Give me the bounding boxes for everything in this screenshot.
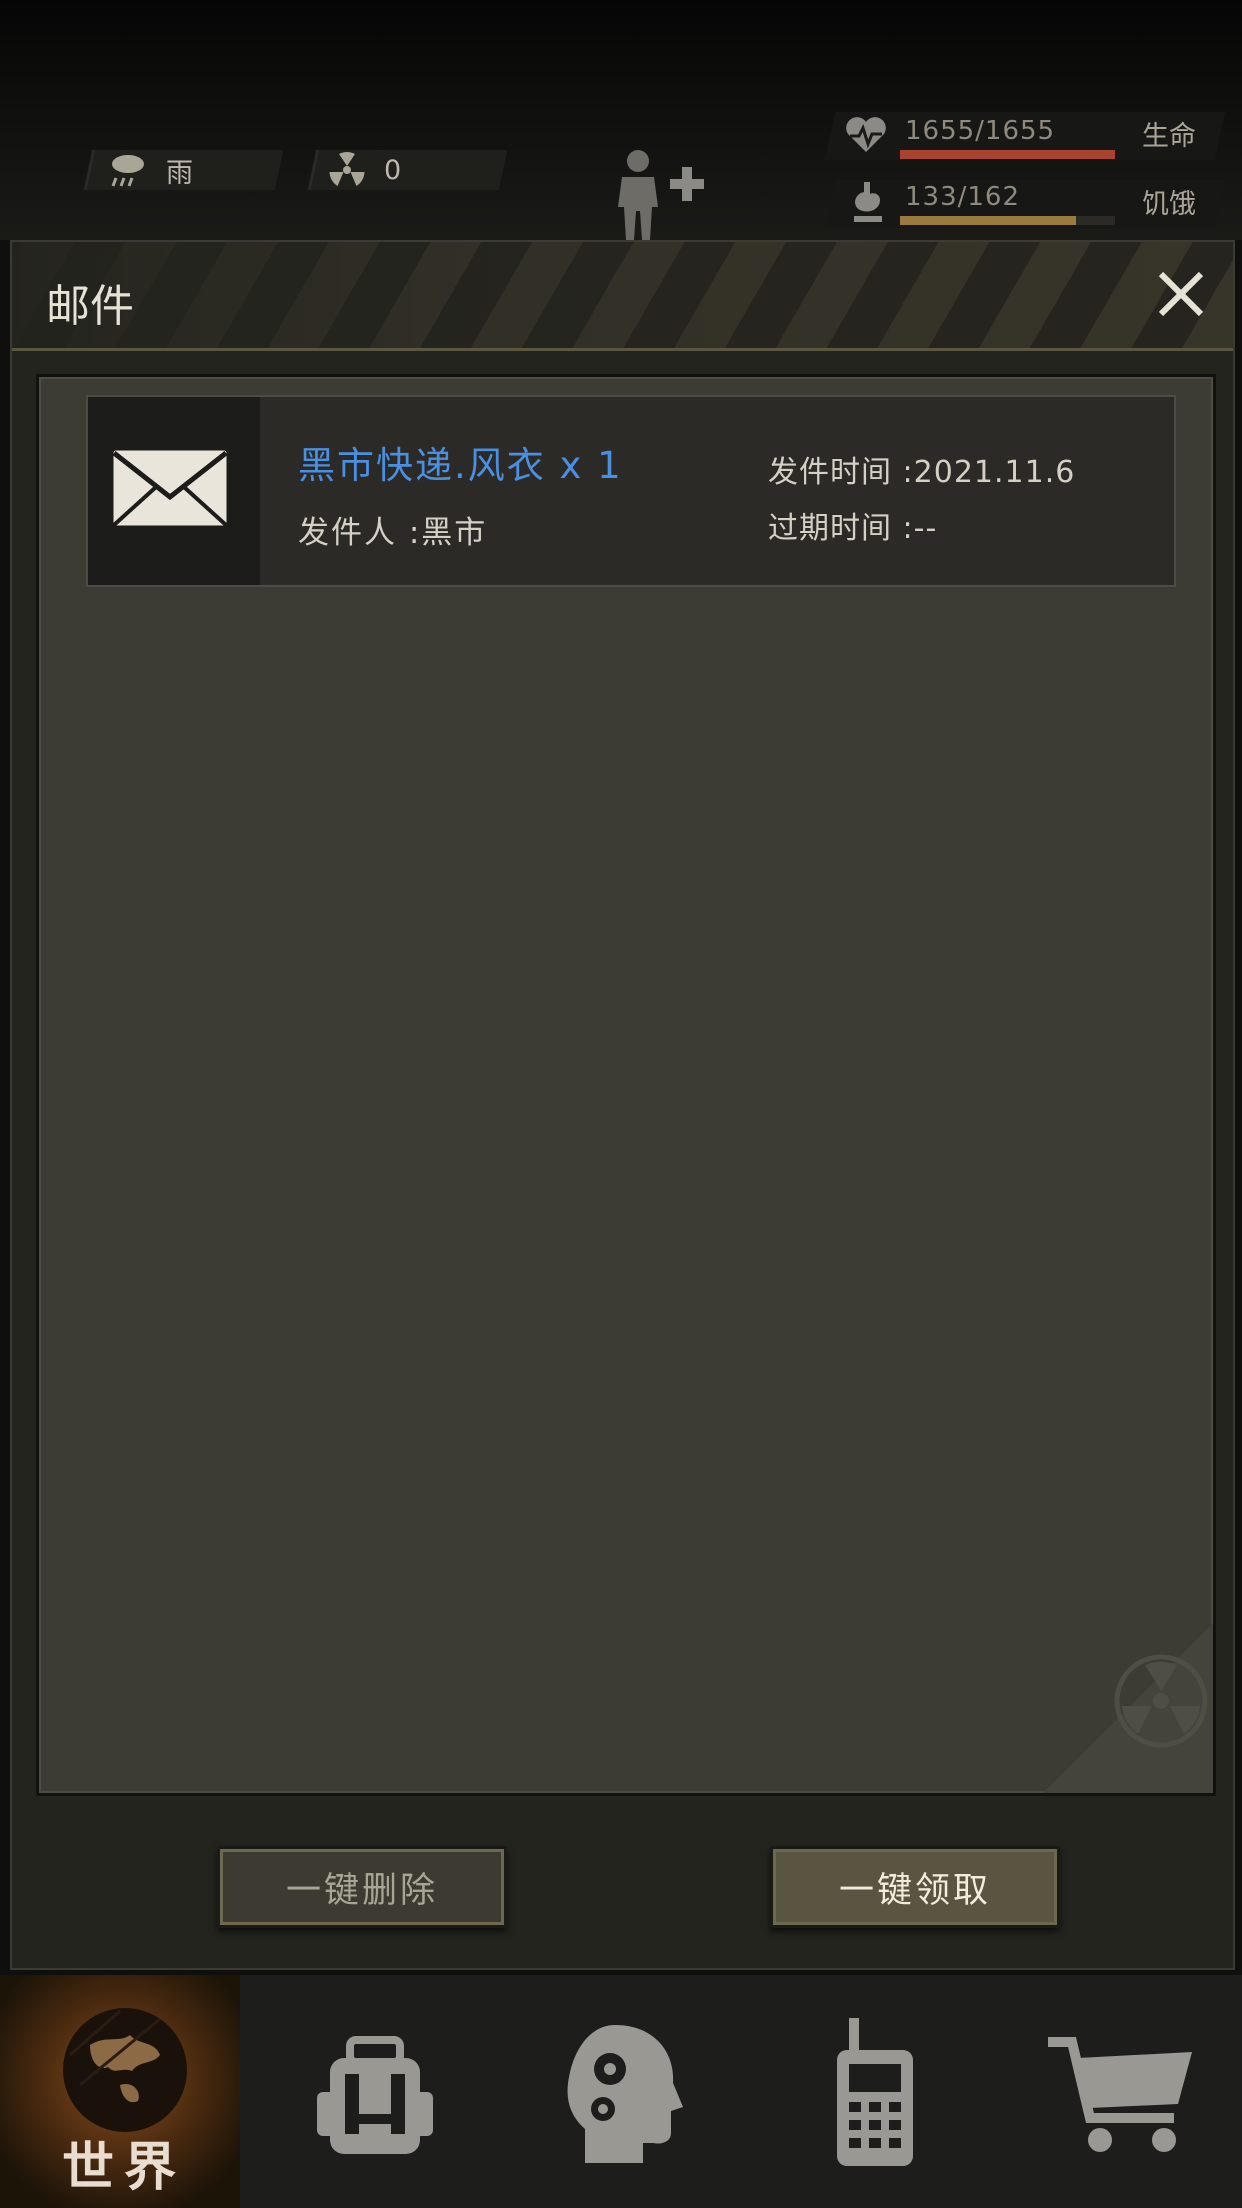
world-icon [63,2008,187,2132]
radiation-watermark-icon [1114,1654,1208,1748]
mail-sent-time: 发件时间 :2021.11.6 [768,455,1076,490]
radiation-indicator: 0 [328,150,401,190]
mail-icon-box [88,397,260,585]
health-label: 生命 [1142,121,1196,152]
mail-list[interactable]: 黑市快递.风衣 x 1 发件人 :黑市 发件时间 :2021.11.6 过期时间… [36,374,1216,1796]
health-value: 1655/1655 [905,116,1056,146]
nav-shop[interactable] [1002,1975,1242,2208]
nav-radio[interactable] [755,1975,995,2208]
mail-expire-time: 过期时间 :-- [768,511,938,546]
weather-indicator: 雨 [108,150,193,190]
envelope-icon [110,447,230,529]
mail-panel: 邮件 黑市快递.风衣 x 1 发件人 :黑市 发件时间:2021.11.6 过… [10,240,1235,1970]
radiation-value: 0 [384,154,402,186]
page-title: 邮件 [46,281,134,332]
rain-icon [111,155,144,187]
heart-icon [846,117,886,152]
mail-title: 黑市快递.风衣 x 1 [298,444,623,487]
cart-icon [1048,2036,1192,2152]
hunger-value: 133/162 [905,182,1021,212]
close-button[interactable] [1151,264,1211,324]
nav-world[interactable]: 世界 [0,1975,240,2208]
stomach-icon [854,182,882,222]
mail-list-item[interactable]: 黑市快递.风衣 x 1 发件人 :黑市 发件时间 :2021.11.6 过期时间… [86,395,1176,587]
delete-all-button[interactable]: 一键删除 [217,1846,507,1928]
head-gears-icon [567,2024,683,2163]
body-plus-icon [618,150,704,240]
nav-skills[interactable] [505,1975,745,2208]
radiation-icon [329,152,365,186]
close-icon [1158,271,1204,317]
hunger-bar-fill [900,216,1077,225]
mail-sender: 发件人 :黑市 [298,515,488,551]
health-bar [900,150,1115,159]
backpack-icon [317,2035,433,2154]
character-heal-button[interactable] [600,145,720,240]
weather-text: 雨 [166,157,193,189]
claim-all-button[interactable]: 一键领取 [770,1846,1060,1928]
bottom-nav: 世界 [0,1975,1242,2208]
status-bar: 雨 0 1655/1655 生命 133/162 饥饿 [0,0,1242,240]
health-bar-fill [900,150,1115,159]
hunger-label: 饥饿 [1142,189,1196,220]
nav-world-label: 世界 [62,2138,187,2198]
radio-icon [837,2017,913,2166]
hunger-bar [900,216,1115,225]
nav-backpack[interactable] [255,1975,495,2208]
panel-header [12,242,1233,351]
